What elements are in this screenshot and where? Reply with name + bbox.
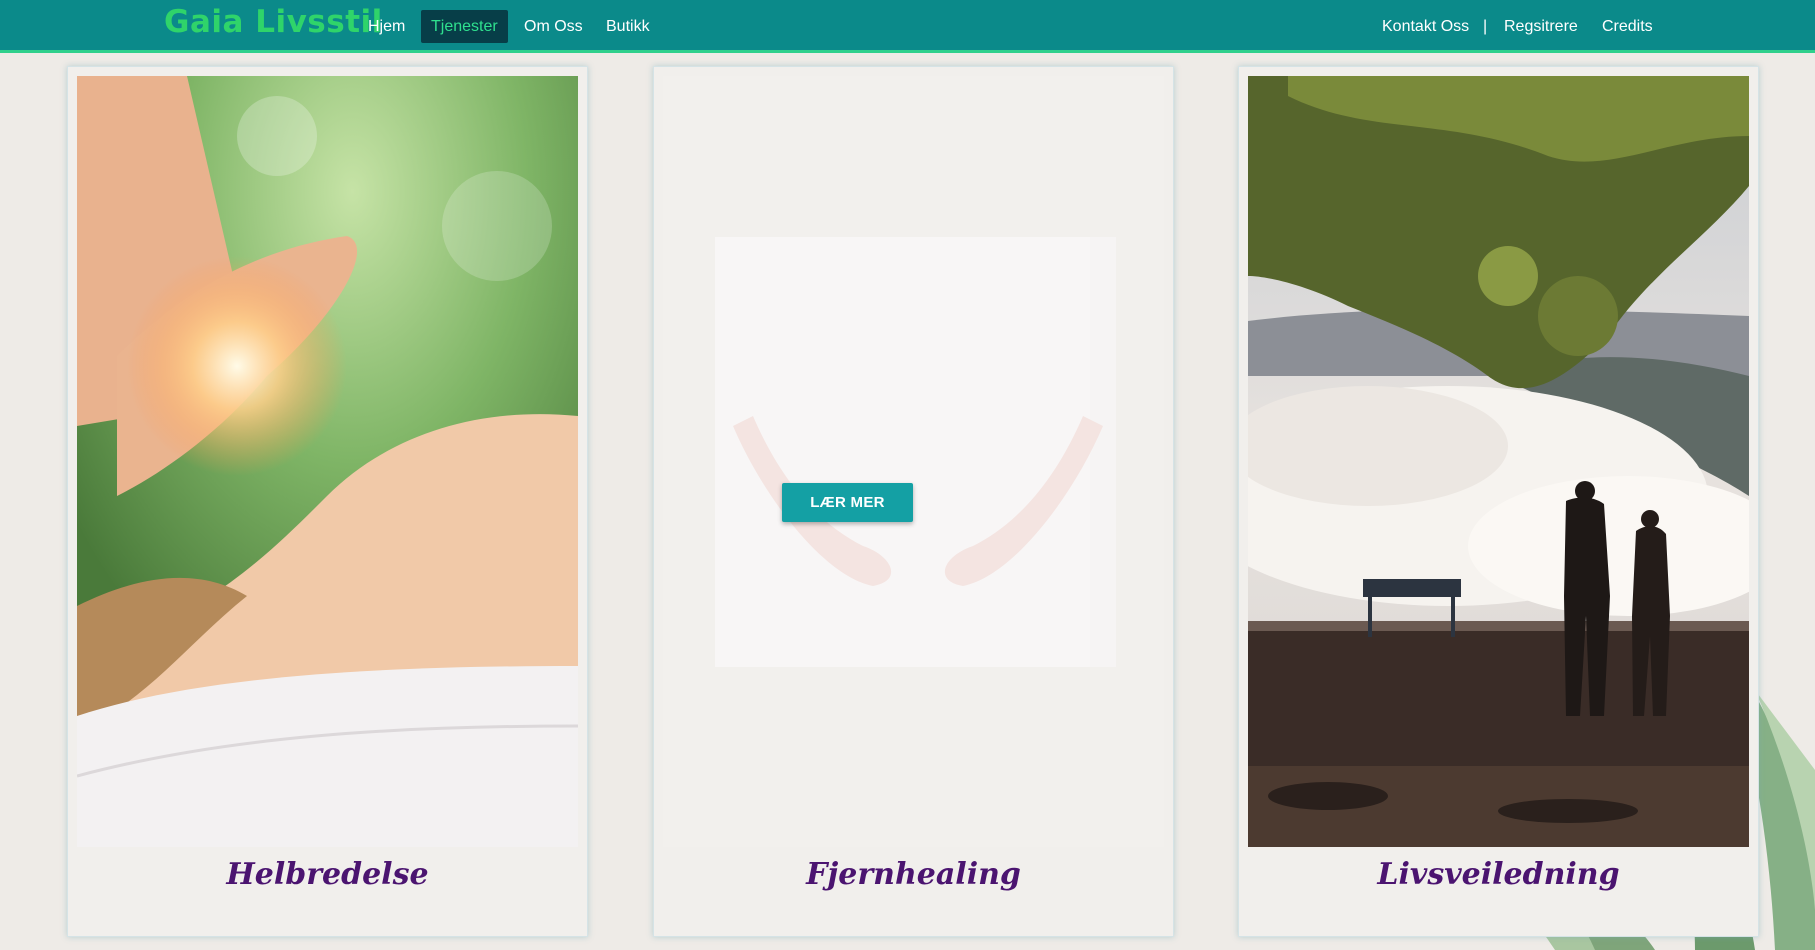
nav-item-tjenester[interactable]: Tjenester [421,10,508,43]
nav-separator: | [1483,18,1488,35]
card-title-fjernhealing: Fjernhealing [806,857,1021,892]
learn-more-button[interactable]: LÆR MER [782,483,913,522]
nav-item-butikk[interactable]: Butikk [596,10,660,43]
cupped-hands-photo [663,76,1164,847]
nav-item-kontakt-oss[interactable]: Kontakt Oss [1372,10,1479,43]
top-navbar: Gaia Livsstil Hjem Tjenester Om Oss Buti… [0,0,1815,53]
nav-item-om-oss[interactable]: Om Oss [514,10,593,43]
brand-logo[interactable]: Gaia Livsstil [164,4,383,40]
service-card-livsveiledning[interactable]: Livsveiledning [1238,66,1759,937]
service-card-fjernhealing[interactable]: Fjernhealing [653,66,1174,937]
reiki-healing-photo [77,76,578,847]
card-title-helbredelse: Helbredelse [226,857,429,892]
mountain-view-photo [1248,76,1749,847]
nav-item-regsitrere[interactable]: Regsitrere [1494,10,1588,43]
nav-item-credits[interactable]: Credits [1592,10,1663,43]
service-card-helbredelse[interactable]: Helbredelse [67,66,588,937]
card-title-livsveiledning: Livsveiledning [1377,857,1620,892]
nav-item-hjem[interactable]: Hjem [358,10,415,43]
